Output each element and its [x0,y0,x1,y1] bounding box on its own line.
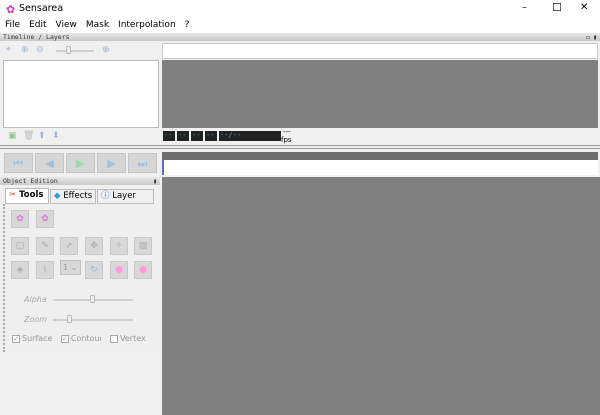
zoom-toolbar: ⌖ ⊕ ⊖ ⊕ [6,45,156,57]
delete-layer-icon[interactable]: 🗑 [23,131,34,141]
alpha-slider-handle[interactable] [90,295,95,303]
window-title: Sensarea [19,3,64,14]
timecode-seconds: -- [191,131,203,141]
next-frame-button[interactable]: ▶ [97,153,126,173]
last-frame-button[interactable]: ⏭ [128,153,157,173]
zoom-label: Zoom [24,315,48,324]
pin-icon[interactable]: ▮ [593,33,597,41]
zoom-out-icon[interactable]: ⊖ [36,45,44,55]
checkbox-label: Vertex [120,334,146,343]
vertex-checkbox[interactable]: Vertex [110,334,146,343]
minimize-button[interactable]: – [522,2,527,13]
timecode-frames: -- [205,131,217,141]
chevron-down-icon: ⌄ [70,263,78,272]
object-edition-title: Object Edition [3,177,58,185]
menu-file[interactable]: File [5,18,20,33]
splitter[interactable] [0,145,600,149]
surface-checkbox[interactable]: ✓ Surface [12,334,52,343]
timecode-hours: -- [163,131,175,141]
checkbox-box[interactable]: ✓ [12,334,20,343]
maximize-button[interactable]: ☐ [552,1,562,14]
timeline-track-area[interactable] [162,60,598,128]
brush-tool[interactable]: ✎ [36,237,54,255]
fps-label: fps [281,136,292,144]
app-logo-icon: ✿ [6,3,16,16]
tab-label: Effects [63,191,93,201]
checkbox-box[interactable]: ✓ [61,334,69,343]
timeline-title: Timeline / Layers [3,33,70,41]
tab-label: Tools [19,190,44,200]
alpha-label: Alpha [24,295,47,304]
menu-edit[interactable]: Edit [29,18,46,33]
menu-help[interactable]: ? [185,18,190,33]
fps-value: --- [283,128,291,136]
playback-controls: ⏮ ◀ ▶ ▶ ⏭ [4,153,157,173]
pointer-tool[interactable]: ➚ [60,237,78,255]
play-button[interactable]: ▶ [66,153,95,173]
rotate-tool[interactable]: ↻ [85,261,103,279]
timeline-ruler[interactable] [162,43,598,59]
checkbox-box[interactable] [110,334,118,343]
contour-checkbox[interactable]: ✓ Contour [61,334,101,343]
rectangle-select-tool[interactable]: ▢ [11,237,29,255]
close-button[interactable]: ✕ [580,2,588,13]
timecode-display: -- -- -- -- --/-- [163,131,281,141]
diamond-icon: ◆ [54,191,61,201]
brush-size-select[interactable]: 1 ⌄ [60,260,81,275]
single-object-button[interactable]: ✿ [36,210,54,228]
center-icon[interactable]: ⌖ [6,45,11,55]
move-down-icon[interactable]: ⬇ [52,131,60,141]
zoom-level-slider[interactable] [53,319,133,321]
large-bubble-tool[interactable]: ● [110,261,128,279]
title-bar: ✿ Sensarea – ☐ ✕ [0,0,600,18]
zoom-slider-handle[interactable] [66,46,71,54]
move-tool[interactable]: ✥ [85,237,103,255]
tools-panel: ✿ ✿ ▢ ✎ ➚ ✥ ✧ ▧ ◈ ⌇ 1 ⌄ ↻ ● ● Alpha Zoom… [3,204,158,352]
float-icon[interactable]: ▭ [586,33,590,41]
layer-tool[interactable]: ▧ [134,237,152,255]
info-icon: ⓘ [101,191,110,201]
checkbox-label: Surface [22,334,53,343]
timeline-header: Timeline / Layers ▭ ▮ [0,33,600,41]
multi-object-button[interactable]: ✿ [11,210,29,228]
menu-bar: File Edit View Mask Interpolation ? [0,18,600,33]
pin-icon[interactable]: ▮ [153,177,157,185]
video-canvas[interactable] [162,177,600,415]
frame-counter: --/-- [219,131,281,141]
frame-strip[interactable] [162,160,598,175]
zoom-slider[interactable] [56,50,94,52]
add-layer-icon[interactable]: ▣ [8,131,17,141]
tools-icon: ✂ [9,190,17,200]
magic-wand-tool[interactable]: ✧ [110,237,128,255]
zoom-in-icon[interactable]: ⊕ [102,45,110,55]
layer-list[interactable] [3,60,159,128]
zoom-fit-icon[interactable]: ⊕ [21,45,29,55]
previous-frame-button[interactable]: ◀ [35,153,64,173]
small-bubble-tool[interactable]: ● [134,261,152,279]
contour-tool[interactable]: ⌇ [36,261,54,279]
zoom-level-slider-handle[interactable] [67,315,72,323]
menu-mask[interactable]: Mask [86,18,109,33]
first-frame-button[interactable]: ⏮ [4,153,33,173]
object-edition-header: Object Edition ▮ [0,177,160,185]
menu-interpolation[interactable]: Interpolation [118,18,176,33]
frame-scrubber[interactable] [162,152,598,160]
tab-effects[interactable]: ◆ Effects [50,189,96,204]
tab-layer-info[interactable]: ⓘ Layer info [97,189,154,214]
timecode-minutes: -- [177,131,189,141]
eraser-tool[interactable]: ◈ [11,261,29,279]
menu-view[interactable]: View [56,18,77,33]
brush-size-value: 1 [63,263,69,272]
tab-tools[interactable]: ✂ Tools [5,188,49,204]
move-up-icon[interactable]: ⬆ [38,131,46,141]
checkbox-label: Contour [70,334,101,343]
